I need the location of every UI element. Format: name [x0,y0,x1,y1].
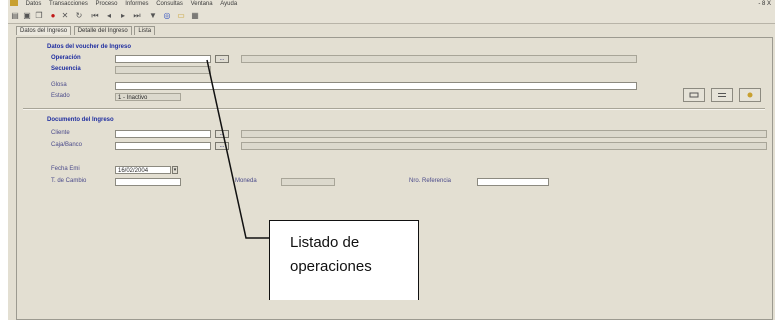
report-button[interactable] [683,88,705,102]
last-icon[interactable]: ⏭ [132,11,142,20]
cliente-label: Cliente [51,130,70,136]
list-button[interactable] [711,88,733,102]
section-title-voucher: Datos del voucher de Ingreso [47,44,132,50]
tab-strip: Datos del Ingreso Detalle del Ingreso Li… [16,26,156,37]
secuencia-label: Secuencia [51,66,81,72]
copy-icon[interactable]: ❐ [34,11,44,20]
find-icon[interactable]: ◎ [162,11,172,20]
tab-detalle-del-ingreso[interactable]: Detalle del Ingreso [73,26,132,35]
toolbar: ▤ ▣ ❐ ● ✕ ↻ ⏮ ◂ ▸ ⏭ ▼ ◎ ▭ ▦ [8,9,775,24]
fecha-emi-label: Fecha Emi [51,166,80,172]
estado-label: Estado [51,93,70,99]
cancel-icon[interactable]: ✕ [60,11,70,20]
operacion-input[interactable] [115,55,211,63]
tipo-cambio-label: T. de Cambio [51,178,87,184]
glosa-label: Glosa [51,82,67,88]
operacion-lookup-button[interactable]: ... [215,55,229,63]
save-icon[interactable]: ▣ [22,11,32,20]
date-dropdown-icon[interactable]: ▾ [172,166,178,174]
callout-text-line-1: Listado de [290,234,360,251]
first-icon[interactable]: ⏮ [90,11,100,20]
menu-item-proceso[interactable]: Proceso [96,0,118,9]
secuencia-field [115,66,211,74]
moneda-label: Moneda [235,178,257,184]
menu-item-ayuda[interactable]: Ayuda [220,0,237,9]
menu-item-ventana[interactable]: Ventana [191,0,213,9]
menu-item-informes[interactable]: Informes [125,0,148,9]
tab-datos-del-ingreso[interactable]: Datos del Ingreso [16,26,72,35]
cliente-lookup-button[interactable]: ... [215,130,229,138]
operacion-label: Operación [51,55,81,61]
tab-lista[interactable]: Lista [134,26,156,35]
prev-icon[interactable]: ◂ [104,11,114,20]
list-icon [718,93,726,97]
nro-referencia-input[interactable] [477,178,549,186]
moneda-field [281,178,335,186]
cliente-input[interactable] [115,130,211,138]
delete-icon[interactable]: ● [48,11,58,20]
estado-field: 1 - Inactivo [115,93,181,101]
nro-referencia-label: Nro. Referencia [409,178,452,184]
window-controls[interactable]: - 8 X [758,0,771,9]
caja-banco-input[interactable] [115,142,211,150]
menu-item-datos[interactable]: Datos [26,0,42,9]
glosa-input[interactable] [115,82,637,90]
approve-icon [747,92,753,98]
tipo-cambio-input[interactable] [115,178,181,186]
caja-banco-description-field [241,142,767,150]
callout-text-line-2: operaciones [290,258,372,275]
print-icon[interactable]: ▤ [10,11,20,20]
annotation-callout: Listado de operaciones [269,220,419,300]
menu-item-consultas[interactable]: Consultas [156,0,183,9]
menu-item-transacciones[interactable]: Transacciones [49,0,88,9]
menu-bar: Datos Transacciones Proceso Informes Con… [8,0,775,9]
fecha-emi-input[interactable]: 16/02/2004 [115,166,171,174]
refresh-icon[interactable]: ↻ [74,11,84,20]
caja-banco-lookup-button[interactable]: ... [215,142,229,150]
next-icon[interactable]: ▸ [118,11,128,20]
app-icon [10,0,18,7]
cliente-description-field [241,130,767,138]
filter-icon[interactable]: ▼ [148,11,158,20]
open-icon[interactable]: ▭ [176,11,186,20]
operacion-description-field [241,55,637,63]
exit-icon[interactable]: ▦ [190,11,200,20]
approve-button[interactable] [739,88,761,102]
caja-banco-label: Caja/Banco [51,142,83,148]
section-title-documento: Documento del Ingreso [47,117,114,123]
section-divider [23,108,765,110]
report-icon [689,92,699,98]
